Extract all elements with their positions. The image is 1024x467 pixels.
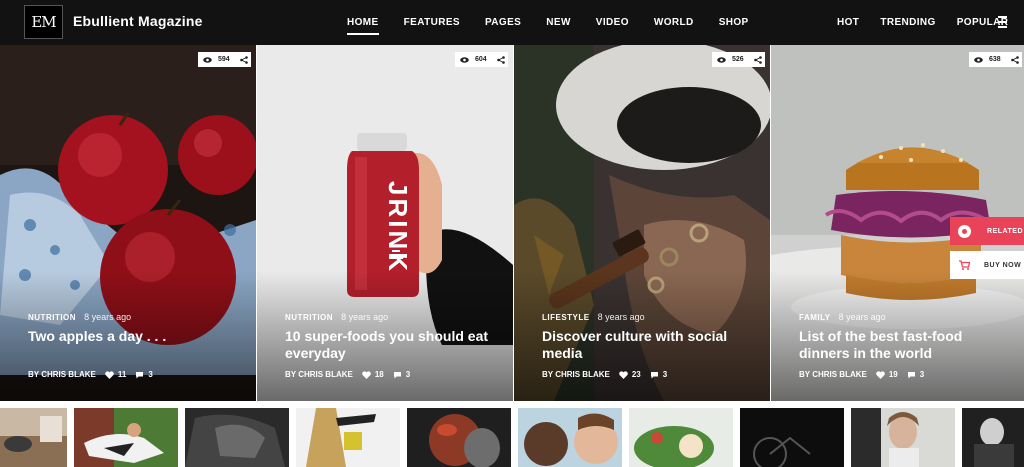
heart-icon	[362, 370, 371, 379]
site-title[interactable]: Ebullient Magazine	[73, 13, 203, 29]
view-count: 604	[475, 56, 487, 63]
share-icon	[1010, 55, 1019, 64]
share-button[interactable]	[750, 52, 765, 67]
thumbnail[interactable]	[629, 408, 733, 467]
logo-text: EM	[31, 13, 56, 31]
eye-icon	[460, 56, 469, 63]
thumbnail[interactable]	[851, 408, 955, 467]
nav-home[interactable]: HOME	[347, 17, 379, 35]
nav-video[interactable]: VIDEO	[596, 17, 629, 28]
comment-icon	[393, 371, 401, 378]
card-title[interactable]: Discover culture with social media	[542, 328, 757, 362]
featured-card[interactable]: 526 LIFESTYLE 8 years ago Discover cultur…	[514, 45, 770, 401]
top-navigation-bar: EM Ebullient Magazine HOME FEATURES PAGE…	[0, 0, 1024, 45]
card-title[interactable]: 10 super-foods you should eat everyday	[285, 328, 500, 362]
author[interactable]: BY CHRIS BLAKE	[285, 370, 353, 379]
thumbnail[interactable]	[0, 408, 67, 467]
buy-now-label: BUY NOW	[984, 261, 1022, 269]
related-icon	[958, 224, 971, 238]
post-time: 8 years ago	[838, 312, 886, 322]
card-title[interactable]: List of the best fast-food dinners in th…	[799, 328, 1014, 362]
thumbnail[interactable]	[962, 408, 1024, 467]
view-count-badge: 594	[198, 52, 236, 67]
post-time: 8 years ago	[341, 312, 389, 322]
author[interactable]: BY CHRIS BLAKE	[542, 370, 610, 379]
share-button[interactable]	[236, 52, 251, 67]
featured-grid: 594 NUTRITION 8 years ago Two apples a da…	[0, 45, 1024, 401]
nav-pages[interactable]: PAGES	[485, 17, 521, 28]
comment-icon	[907, 371, 915, 378]
view-count-badge: 526	[712, 52, 750, 67]
author[interactable]: BY CHRIS BLAKE	[28, 370, 96, 379]
comment-count: 3	[662, 370, 668, 379]
card-title[interactable]: Two apples a day . . .	[28, 328, 243, 345]
comment-count: 3	[405, 370, 411, 379]
heart-icon	[876, 370, 885, 379]
heart-icon	[619, 370, 628, 379]
like-count: 23	[631, 370, 641, 379]
author[interactable]: BY CHRIS BLAKE	[799, 370, 867, 379]
thumbnail-strip	[0, 408, 1024, 467]
related-label: RELATED	[987, 227, 1024, 235]
category-label[interactable]: LIFESTYLE	[542, 313, 590, 322]
like-count: 11	[117, 370, 127, 379]
category-label[interactable]: NUTRITION	[285, 313, 333, 322]
share-icon	[753, 55, 762, 64]
main-nav: HOME FEATURES PAGES NEW VIDEO WORLD SHOP	[347, 0, 774, 45]
nav-features[interactable]: FEATURES	[404, 17, 460, 28]
comment-count: 3	[148, 370, 153, 379]
nav-shop[interactable]: SHOP	[719, 17, 749, 28]
buy-now-button[interactable]: BUY NOW	[950, 251, 1024, 279]
featured-card[interactable]: JRINK 604 NUTRITION 8 years ago 10 super-…	[257, 45, 513, 401]
nav-hot[interactable]: HOT	[837, 17, 859, 28]
nav-world[interactable]: WORLD	[654, 17, 694, 28]
bottle-label: JRINK	[383, 181, 413, 274]
featured-card[interactable]: 594 NUTRITION 8 years ago Two apples a da…	[0, 45, 256, 401]
site-logo[interactable]: EM	[24, 5, 63, 39]
view-count: 526	[732, 56, 744, 63]
like-count: 19	[888, 370, 898, 379]
comment-icon	[136, 371, 144, 378]
menu-icon[interactable]	[998, 16, 1007, 31]
view-count-badge: 638	[969, 52, 1007, 67]
post-time: 8 years ago	[597, 312, 645, 322]
view-count: 594	[218, 56, 230, 63]
eye-icon	[717, 56, 726, 63]
secondary-nav: HOT TRENDING POPULAR	[837, 0, 1024, 45]
thumbnail[interactable]	[296, 408, 400, 467]
thumbnail[interactable]	[185, 408, 289, 467]
heart-icon	[105, 370, 114, 379]
thumbnail[interactable]	[407, 408, 511, 467]
share-button[interactable]	[493, 52, 508, 67]
nav-trending[interactable]: TRENDING	[880, 17, 935, 28]
comment-icon	[650, 371, 658, 378]
comment-count: 3	[919, 370, 925, 379]
view-count-badge: 604	[455, 52, 493, 67]
like-count: 18	[374, 370, 384, 379]
eye-icon	[974, 56, 983, 63]
share-icon	[239, 55, 248, 64]
eye-icon	[203, 56, 212, 63]
share-icon	[496, 55, 505, 64]
post-time: 8 years ago	[84, 312, 132, 322]
nav-new[interactable]: NEW	[546, 17, 571, 28]
related-button[interactable]: RELATED	[950, 217, 1024, 245]
share-button[interactable]	[1007, 52, 1022, 67]
category-label[interactable]: NUTRITION	[28, 313, 76, 322]
thumbnail[interactable]	[740, 408, 844, 467]
cart-icon	[959, 260, 970, 270]
thumbnail[interactable]	[518, 408, 622, 467]
thumbnail[interactable]	[74, 408, 178, 467]
view-count: 638	[989, 56, 1001, 63]
category-label[interactable]: FAMILY	[799, 313, 831, 322]
